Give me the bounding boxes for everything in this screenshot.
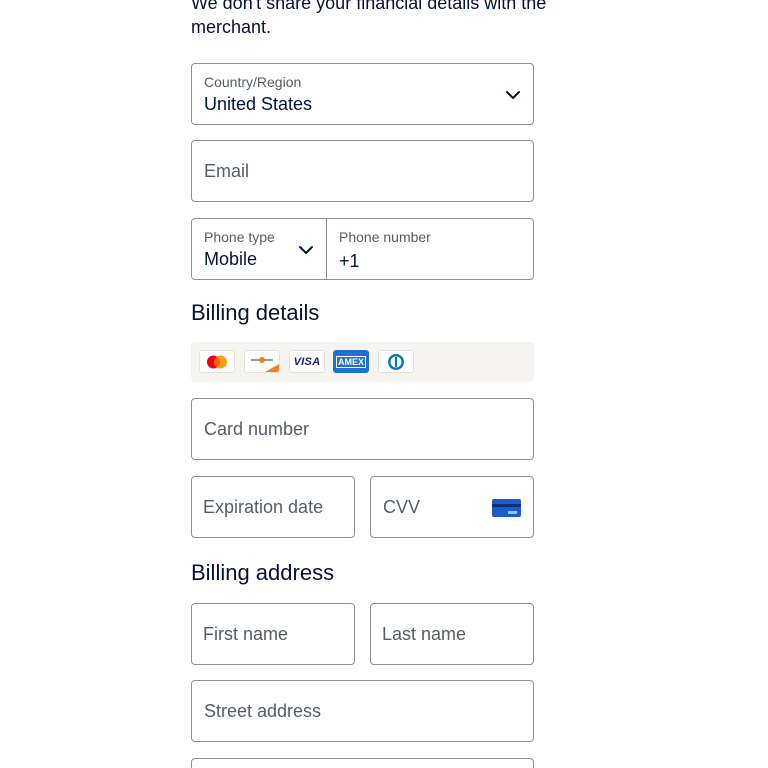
checkout-form: We don't share your financial details wi… <box>0 0 768 768</box>
address-line-2-field[interactable] <box>191 758 534 768</box>
country-label: Country/Region <box>204 74 302 90</box>
amex-text: AMEX <box>335 355 366 368</box>
billing-details-heading: Billing details <box>191 300 320 325</box>
last-name-field[interactable]: Last name <box>370 603 534 665</box>
phone-type-label: Phone type <box>204 229 275 245</box>
phone-number-value: +1 <box>339 251 360 271</box>
country-value: United States <box>204 94 313 114</box>
visa-text: VISA <box>293 355 321 368</box>
diners-club-icon <box>378 350 414 373</box>
amex-icon: AMEX <box>333 350 369 373</box>
accepted-cards: VISA AMEX <box>191 342 534 382</box>
billing-address-heading: Billing address <box>191 560 335 585</box>
mastercard-icon <box>199 350 235 373</box>
chevron-down-icon <box>506 91 520 99</box>
privacy-note: We don't share your financial details wi… <box>191 0 547 37</box>
country-select[interactable]: Country/Region United States <box>191 63 534 125</box>
discover-icon <box>244 350 280 373</box>
card-number-placeholder: Card number <box>204 418 310 439</box>
cvv-field[interactable]: CVV <box>370 476 534 538</box>
cvv-placeholder: CVV <box>383 496 421 517</box>
email-field[interactable]: Email <box>191 140 534 202</box>
last-name-placeholder: Last name <box>382 623 467 644</box>
phone-number-field[interactable]: Phone number +1 <box>326 218 534 280</box>
email-placeholder: Email <box>204 160 250 181</box>
credit-card-icon <box>492 499 521 517</box>
card-number-field[interactable]: Card number <box>191 398 534 460</box>
visa-icon: VISA <box>289 350 325 373</box>
phone-number-label: Phone number <box>339 229 431 245</box>
phone-type-select[interactable]: Phone type Mobile <box>191 218 327 280</box>
street-address-placeholder: Street address <box>204 700 322 721</box>
expiration-date-field[interactable]: Expiration date <box>191 476 355 538</box>
phone-type-value: Mobile <box>204 249 258 269</box>
chevron-down-icon <box>299 246 313 254</box>
first-name-field[interactable]: First name <box>191 603 355 665</box>
first-name-placeholder: First name <box>203 623 289 644</box>
expiration-date-placeholder: Expiration date <box>203 496 324 517</box>
street-address-field[interactable]: Street address <box>191 680 534 742</box>
